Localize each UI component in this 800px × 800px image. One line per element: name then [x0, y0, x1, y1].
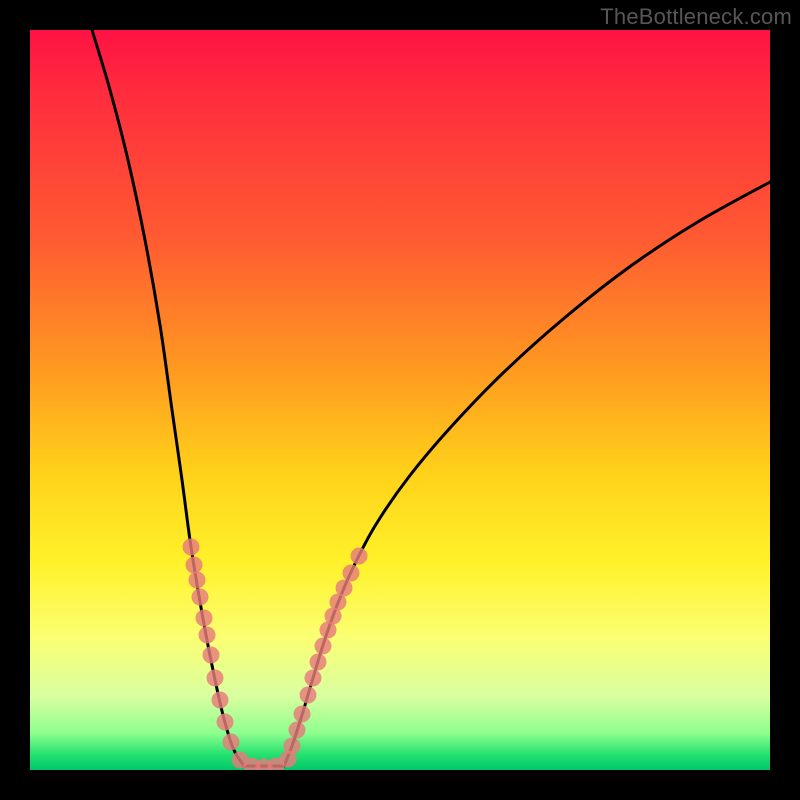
dot-dots-left — [199, 627, 216, 644]
dot-dots-left — [183, 539, 200, 556]
curve-left-curve — [92, 30, 244, 766]
chart-frame: TheBottleneck.com — [0, 0, 800, 800]
dot-dots-right — [294, 706, 311, 723]
dot-dots-left — [223, 734, 240, 751]
dot-dots-left — [217, 714, 234, 731]
dot-dots-right — [351, 548, 368, 565]
dot-dots-left — [186, 557, 203, 574]
dot-dots-left — [207, 670, 224, 687]
dot-dots-left — [212, 692, 229, 709]
chart-overlay — [30, 30, 770, 770]
dot-dots-right — [300, 687, 317, 704]
plot-area — [30, 30, 770, 770]
dot-dots-right — [336, 580, 353, 597]
dot-dots-left — [189, 572, 206, 589]
watermark-text: TheBottleneck.com — [600, 4, 792, 30]
curve-right-curve — [284, 182, 770, 766]
dot-dots-left — [192, 589, 209, 606]
dot-dots-right — [343, 565, 360, 582]
dot-dots-right — [289, 722, 306, 739]
dot-dots-left — [203, 647, 220, 664]
dot-dots-left — [196, 610, 213, 627]
dot-dots-right — [284, 738, 301, 755]
dot-dots-right — [310, 654, 327, 671]
dot-dots-right — [305, 670, 322, 687]
dot-dots-right — [315, 638, 332, 655]
